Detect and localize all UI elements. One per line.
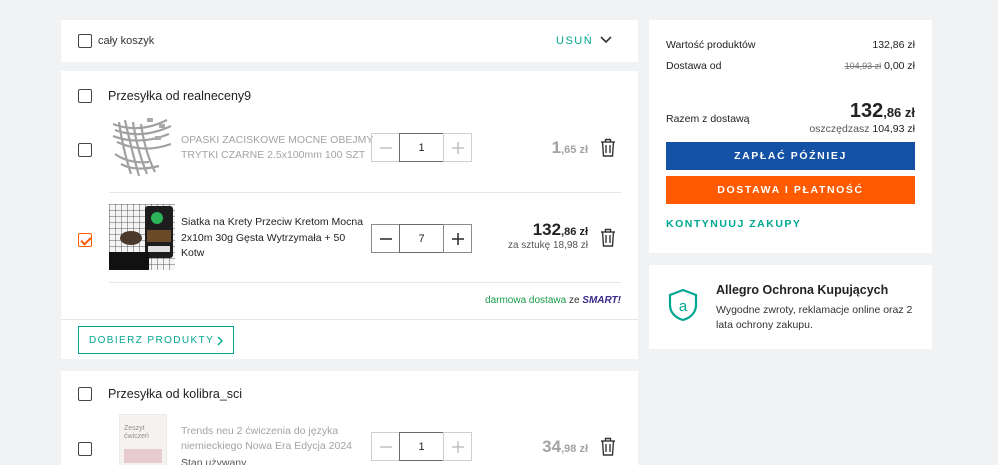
item-condition: Stan używany <box>181 457 247 465</box>
shipment-card-1: Przesyłka od realneceny9 OPASKI ZACISKOW… <box>61 71 638 359</box>
item-checkbox[interactable] <box>78 143 92 157</box>
protection-line2: lata ochrony zakupu. <box>716 319 813 331</box>
minus-icon <box>379 146 392 149</box>
item-divider <box>109 282 621 283</box>
select-all-checkbox[interactable] <box>78 34 92 48</box>
total-cents: ,86 zł <box>883 105 915 120</box>
delivery-value: 0,00 zł <box>884 60 915 72</box>
shield-icon: a <box>668 288 698 322</box>
svg-text:a: a <box>679 298 688 315</box>
trash-icon[interactable] <box>600 138 616 157</box>
plus-icon <box>451 440 464 453</box>
chevron-down-icon[interactable] <box>600 35 612 45</box>
item-title-line2[interactable]: 2x10m 30g Gęsta Wytrzymała + 50 <box>181 232 345 244</box>
price-main: 1 <box>551 138 562 157</box>
seller-label: Przesyłka od kolibra_sci <box>108 387 243 401</box>
total-price: 132,86 zł <box>850 100 915 123</box>
shipment-checkbox[interactable] <box>78 387 92 401</box>
seller-label: Przesyłka od realneceny9 <box>108 89 252 103</box>
chevron-right-icon <box>217 336 223 346</box>
quantity-input[interactable]: 1 <box>399 432 444 461</box>
products-value-label: Wartość produktów <box>666 39 756 51</box>
free-shipping-info: darmowa dostawa ze SMART! <box>485 295 621 306</box>
savings-info: oszczędzasz 104,93 zł <box>809 123 915 135</box>
protection-title: Allegro Ochrona Kupujących <box>716 283 889 297</box>
shipment-card-2: Przesyłka od kolibra_sci Zeszyt ćwiczeń … <box>61 371 638 465</box>
delivery-value-group: 104,93 zł 0,00 zł <box>845 60 915 72</box>
delivery-payment-button[interactable]: DOSTAWA I PŁATNOŚĆ <box>666 176 915 204</box>
item-price: 1,65 zł <box>552 138 588 158</box>
item-checkbox[interactable] <box>78 442 92 456</box>
item-divider <box>109 192 621 193</box>
add-products-label: DOBIERZ PRODUKTY <box>89 334 215 346</box>
decrease-button[interactable] <box>371 133 400 162</box>
remove-button[interactable]: USUŃ <box>556 35 593 47</box>
protection-line1: Wygodne zwroty, reklamacje online oraz 2 <box>716 304 913 316</box>
plus-icon <box>451 232 464 245</box>
shipment-checkbox[interactable] <box>78 89 92 103</box>
trash-icon[interactable] <box>600 437 616 456</box>
increase-button[interactable] <box>443 133 472 162</box>
total-main: 132 <box>849 100 884 122</box>
quantity-input[interactable]: 1 <box>399 133 444 162</box>
section-divider <box>61 319 638 320</box>
item-title[interactable]: OPASKI ZACISKOWE MOCNE OBEJMY <box>181 134 373 146</box>
minus-icon <box>379 237 392 240</box>
pay-later-button[interactable]: ZAPŁAĆ PÓŹNIEJ <box>666 142 915 170</box>
quantity-stepper: 1 <box>371 133 472 162</box>
smart-logo: SMART! <box>582 295 621 306</box>
add-products-button[interactable]: DOBIERZ PRODUKTY <box>78 326 234 354</box>
price-cents: ,98 zł <box>561 443 588 455</box>
select-all-label: cały koszyk <box>98 35 155 47</box>
protection-card: a Allegro Ochrona Kupujących Wygodne zwr… <box>649 265 932 349</box>
free-shipping-with: ze <box>568 295 580 306</box>
savings-value: 104,93 zł <box>872 123 915 135</box>
delivery-label: Dostawa od <box>666 60 722 72</box>
item-title-line2[interactable]: niemieckiego Nowa Era Edycja 2024 <box>181 440 352 452</box>
product-thumbnail[interactable] <box>109 204 175 270</box>
price-main: 34 <box>542 437 562 456</box>
thumb-text: ćwiczeń <box>124 433 149 440</box>
total-label: Razem z dostawą <box>666 113 750 125</box>
trash-icon[interactable] <box>600 228 616 247</box>
product-thumbnail[interactable] <box>109 114 175 180</box>
select-all-card: cały koszyk USUŃ <box>61 20 638 62</box>
free-shipping-label: darmowa dostawa <box>485 295 567 306</box>
thumb-text: Zeszyt <box>124 425 145 432</box>
decrease-button[interactable] <box>371 432 400 461</box>
item-title-line2[interactable]: TRYTKI CZARNE 2.5x100mm 100 SZT <box>181 149 365 161</box>
item-title-line3[interactable]: Kotw <box>181 247 204 259</box>
price-cents: ,65 zł <box>561 144 588 156</box>
savings-label: oszczędzasz <box>809 123 870 135</box>
item-title[interactable]: Trends neu 2 ćwiczenia do języka <box>181 425 338 437</box>
item-price: 34,98 zł <box>542 437 588 457</box>
unit-price: za sztukę 18,98 zł <box>507 240 588 251</box>
minus-icon <box>379 445 392 448</box>
product-thumbnail[interactable]: Zeszyt ćwiczeń <box>119 414 167 465</box>
quantity-stepper: 1 <box>371 432 472 461</box>
delivery-old-price: 104,93 zł <box>844 61 882 71</box>
increase-button[interactable] <box>443 432 472 461</box>
plus-icon <box>451 141 464 154</box>
products-value: 132,86 zł <box>872 39 915 51</box>
item-checkbox[interactable] <box>78 233 92 247</box>
continue-shopping-link[interactable]: KONTYNUUJ ZAKUPY <box>0 218 998 230</box>
